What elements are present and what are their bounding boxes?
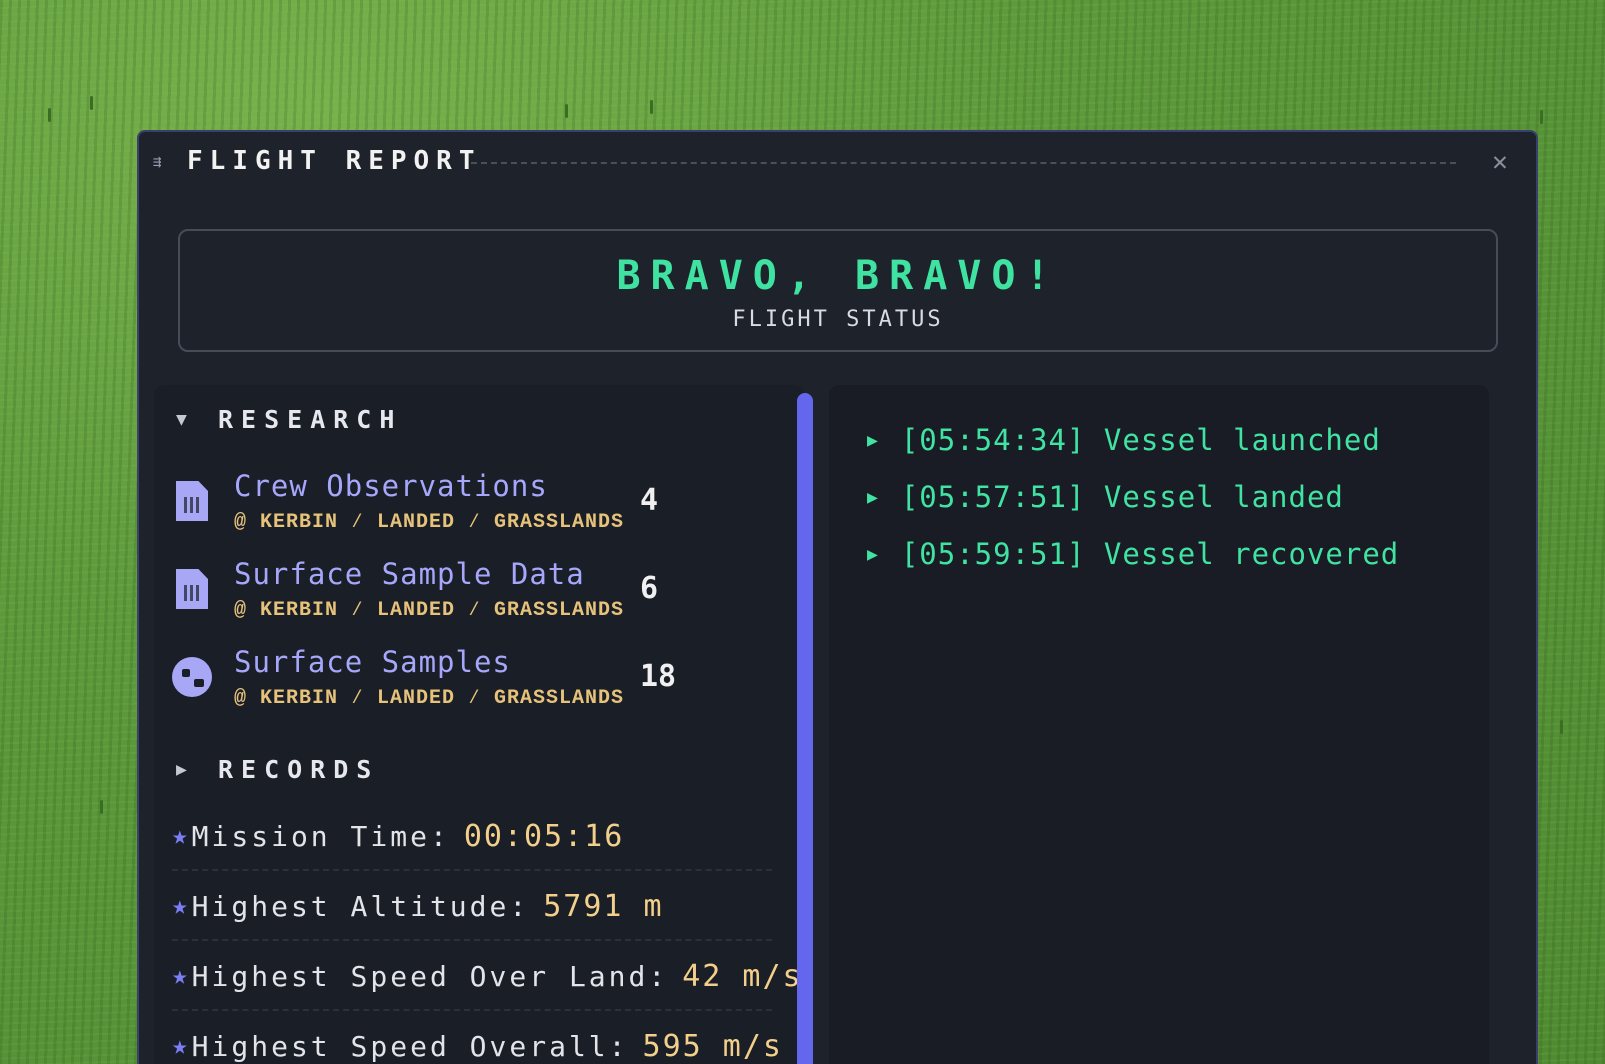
flight-status-box: BRAVO, BRAVO! FLIGHT STATUS [178, 229, 1498, 352]
document-icon [172, 479, 212, 523]
drag-handle-icon[interactable]: ⇶ [153, 153, 171, 171]
research-section-header[interactable]: ▼ RESEARCH [176, 405, 402, 434]
record-row: ★ Highest Altitude: 5791 m [172, 873, 772, 941]
research-item-location: @ KERBIN ⁄ LANDED ⁄ GRASSLANDS [234, 599, 625, 622]
rock-sample-icon [172, 655, 212, 699]
record-value: 42 m/s [682, 958, 803, 994]
close-icon[interactable]: ✕ [1486, 148, 1514, 176]
research-item-title: Surface Sample Data [234, 557, 585, 591]
title-bar[interactable]: ⇶ FLIGHT REPORT ✕ [139, 132, 1536, 192]
grass-tuft [1540, 110, 1543, 124]
log-entry: ▶ [05:57:51] Vessel landed [867, 480, 1344, 514]
record-label: Mission Time: [191, 819, 450, 853]
research-item-count: 4 [640, 483, 659, 518]
record-label: Highest Speed Over Land: [191, 959, 669, 993]
grass-tuft [100, 800, 103, 814]
log-entry-text: [05:59:51] Vessel recovered [900, 537, 1400, 571]
record-label: Highest Speed Overall: [191, 1029, 629, 1063]
play-arrow-icon: ▶ [867, 429, 879, 451]
log-entry-text: [05:57:51] Vessel landed [900, 480, 1344, 514]
expand-arrow-icon: ▶ [176, 759, 187, 780]
collapse-arrow-icon: ▼ [176, 409, 187, 430]
record-row: ★ Highest Speed Overall: 595 m/s [172, 1013, 781, 1064]
research-item-count: 6 [640, 571, 659, 606]
window-title: FLIGHT REPORT [187, 146, 482, 176]
record-row: ★ Mission Time: 00:05:16 [172, 803, 772, 871]
grass-tuft [650, 100, 653, 114]
play-arrow-icon: ▶ [867, 543, 879, 565]
flight-report-window: ⇶ FLIGHT REPORT ✕ BRAVO, BRAVO! FLIGHT S… [137, 130, 1538, 1064]
grass-tuft [90, 96, 93, 110]
research-item: Surface Sample Data @ KERBIN ⁄ LANDED ⁄ … [172, 557, 692, 637]
star-icon: ★ [172, 961, 188, 991]
research-item-count: 18 [640, 659, 677, 694]
research-records-panel[interactable]: ▼ RESEARCH Crew Observations @ KERBIN ⁄ … [154, 385, 804, 1064]
log-entry: ▶ [05:54:34] Vessel launched [867, 423, 1381, 457]
star-icon: ★ [172, 891, 188, 921]
play-arrow-icon: ▶ [867, 486, 879, 508]
record-value: 5791 m [543, 888, 664, 924]
research-item-location: @ KERBIN ⁄ LANDED ⁄ GRASSLANDS [234, 511, 625, 534]
research-item-title: Surface Samples [234, 645, 511, 679]
record-row: ★ Highest Speed Over Land: 42 m/s [172, 943, 801, 1011]
star-icon: ★ [172, 821, 188, 851]
flight-status-label: FLIGHT STATUS [732, 307, 944, 332]
grass-tuft [48, 108, 51, 122]
log-entry-text: [05:54:34] Vessel launched [900, 423, 1381, 457]
record-value: 595 m/s [642, 1028, 783, 1064]
research-item-location: @ KERBIN ⁄ LANDED ⁄ GRASSLANDS [234, 687, 625, 710]
document-icon [172, 567, 212, 611]
research-item: Crew Observations @ KERBIN ⁄ LANDED ⁄ GR… [172, 469, 692, 549]
record-label: Highest Altitude: [191, 889, 530, 923]
scrollbar-thumb[interactable] [797, 393, 813, 1064]
flight-status-headline: BRAVO, BRAVO! [616, 253, 1060, 299]
research-item-title: Crew Observations [234, 469, 548, 503]
records-heading: RECORDS [218, 755, 380, 784]
research-scrollbar[interactable] [797, 385, 813, 1064]
log-entry: ▶ [05:59:51] Vessel recovered [867, 537, 1399, 571]
grass-tuft [565, 104, 568, 118]
record-value: 00:05:16 [463, 818, 625, 854]
flight-log-panel: ▶ [05:54:34] Vessel launched ▶ [05:57:51… [829, 385, 1489, 1064]
research-heading: RESEARCH [218, 405, 403, 434]
title-divider [471, 162, 1456, 164]
research-item: Surface Samples @ KERBIN ⁄ LANDED ⁄ GRAS… [172, 645, 692, 725]
grass-tuft [1560, 720, 1563, 734]
records-section-header[interactable]: ▶ RECORDS [176, 755, 379, 784]
star-icon: ★ [172, 1031, 188, 1061]
